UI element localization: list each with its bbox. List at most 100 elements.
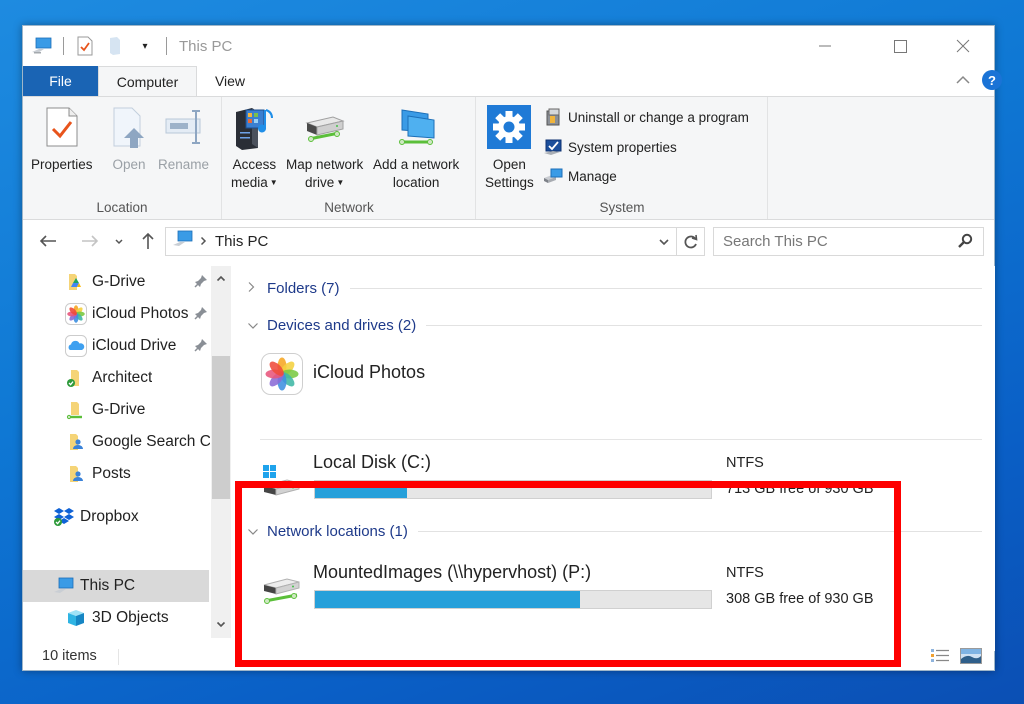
pin-icon[interactable]: [194, 338, 208, 357]
dropdown-arrow-icon: ▼: [269, 178, 278, 188]
up-button[interactable]: [137, 229, 159, 253]
ribbon-group-system: Open Settings Uninstall or change a prog…: [477, 97, 768, 219]
details-view-icon[interactable]: [929, 646, 951, 666]
system-properties-icon: [543, 138, 563, 156]
sidebar-item-google-search-c[interactable]: Google Search C: [23, 426, 211, 458]
tab-file[interactable]: File: [23, 66, 98, 96]
group-label-network: Network: [324, 200, 374, 215]
device-item-icloud-photos[interactable]: iCloud Photos: [260, 350, 980, 422]
navigation-pane: G-Drive iCloud Photos iCloud Drive Archi…: [23, 266, 231, 638]
google-drive-folder-icon: [65, 271, 87, 293]
address-history-dropdown[interactable]: [653, 228, 675, 255]
manage-button[interactable]: Manage: [543, 167, 617, 185]
pin-icon[interactable]: [194, 306, 208, 325]
network-folder-icon: [65, 399, 87, 421]
sidebar-item-desktop[interactable]: Desktop: [23, 634, 211, 638]
section-divider: [426, 325, 982, 326]
refresh-button[interactable]: [676, 228, 704, 255]
chevron-up-icon[interactable]: [956, 71, 970, 89]
breadcrumb-separator-icon[interactable]: [200, 235, 207, 249]
sidebar-item-g-drive[interactable]: G-Drive: [23, 266, 211, 298]
scrollbar-thumb[interactable]: [212, 356, 230, 499]
item-count: 10 items: [42, 648, 97, 664]
search-input[interactable]: [723, 233, 948, 250]
tab-view[interactable]: View: [197, 66, 263, 96]
access-media-button[interactable]: Access media ▼: [231, 103, 278, 192]
sidebar-item-3d-objects[interactable]: 3D Objects: [23, 602, 211, 634]
search-box[interactable]: [713, 227, 984, 256]
open-button[interactable]: Open: [107, 103, 151, 174]
map-network-drive-button[interactable]: Map network drive ▼: [286, 103, 363, 192]
pin-icon[interactable]: [194, 274, 208, 293]
ribbon-group-location: Properties Open Rename Location: [23, 97, 222, 219]
sidebar-item-icloud-drive[interactable]: iCloud Drive: [23, 330, 211, 362]
drive-item-mountedimages-p[interactable]: MountedImages (\\hypervhost) (P:) NTFS 3…: [260, 562, 980, 634]
section-header-devices-and-drives[interactable]: Devices and drives (2): [247, 317, 982, 334]
minimize-button[interactable]: [802, 26, 848, 66]
customize-toolbar-dropdown[interactable]: ▾: [134, 35, 156, 57]
large-icons-view-icon[interactable]: [960, 646, 982, 666]
section-divider: [417, 531, 982, 532]
uninstall-program-button[interactable]: Uninstall or change a program: [543, 108, 749, 126]
address-bar[interactable]: This PC: [165, 227, 705, 256]
properties-icon: [40, 103, 84, 151]
group-label-location: Location: [96, 200, 148, 215]
sidebar-item-dropbox[interactable]: Dropbox: [23, 501, 211, 533]
back-button[interactable]: [37, 229, 59, 253]
ribbon-group-network: Access media ▼ Map network drive ▼ Add a n…: [223, 97, 476, 219]
this-pc-icon[interactable]: [31, 35, 53, 57]
new-folder-icon[interactable]: [104, 35, 126, 57]
3d-objects-icon: [65, 607, 87, 629]
system-properties-button[interactable]: System properties: [543, 138, 677, 156]
drive-filesystem: NTFS: [726, 455, 764, 471]
title-bar: ▾ This PC: [23, 26, 994, 66]
section-header-folders[interactable]: Folders (7): [247, 280, 982, 297]
item-divider: [260, 439, 982, 440]
add-network-location-button[interactable]: Add a network location: [373, 103, 459, 192]
properties-button[interactable]: Properties: [31, 103, 93, 174]
sidebar-scrollbar[interactable]: [211, 266, 231, 638]
drive-item-local-disk-c[interactable]: Local Disk (C:) NTFS 713 GB free of 930 …: [260, 452, 980, 524]
sidebar-item-this-pc[interactable]: This PC: [23, 570, 209, 602]
rename-button[interactable]: Rename: [158, 103, 209, 174]
manage-icon: [543, 167, 563, 185]
search-icon[interactable]: [957, 233, 973, 254]
icloud-photos-icon: [65, 303, 87, 325]
sidebar-item-icloud-photos[interactable]: iCloud Photos: [23, 298, 211, 330]
synced-folder-icon: [65, 367, 87, 389]
close-button[interactable]: [940, 26, 986, 66]
open-settings-button[interactable]: Open Settings: [485, 103, 534, 192]
sidebar-item-posts[interactable]: Posts: [23, 458, 211, 490]
network-location-icon: [394, 103, 438, 151]
tab-computer[interactable]: Computer: [98, 66, 197, 96]
windows-disk-icon: [260, 457, 304, 501]
breadcrumb-this-pc[interactable]: This PC: [215, 233, 268, 250]
scroll-up-button[interactable]: [211, 268, 231, 288]
forward-button[interactable]: [79, 229, 101, 253]
dropdown-arrow-icon: ▼: [336, 178, 345, 188]
network-drive-icon: [260, 567, 304, 611]
media-server-icon: [232, 103, 276, 151]
quick-access-toolbar: ▾ This PC: [31, 34, 232, 58]
sidebar-item-architect[interactable]: Architect: [23, 362, 211, 394]
help-button[interactable]: ?: [982, 70, 1002, 90]
this-pc-icon: [172, 230, 194, 253]
ribbon-tabs: File Computer View ?: [23, 66, 1002, 96]
ribbon-controls: ?: [956, 70, 1002, 90]
recent-locations-dropdown[interactable]: [111, 229, 127, 253]
chevron-down-icon: [247, 525, 261, 539]
network-drive-icon: [303, 103, 347, 151]
file-explorer-window: ▾ This PC File Computer View ? Propertie…: [22, 25, 1002, 671]
drive-name: Local Disk (C:): [313, 452, 432, 472]
maximize-button[interactable]: [877, 26, 923, 66]
section-divider: [349, 288, 982, 289]
status-divider: [118, 649, 119, 665]
user-folder-icon: [65, 431, 87, 453]
properties-icon[interactable]: [74, 35, 96, 57]
section-header-network-locations[interactable]: Network locations (1): [247, 523, 982, 540]
sidebar-item-g-drive-2[interactable]: G-Drive: [23, 394, 211, 426]
drive-usage-bar: [314, 480, 712, 499]
chevron-down-icon: [247, 319, 261, 333]
content-pane: Folders (7) Devices and drives (2) iClou…: [235, 266, 995, 651]
scroll-down-button[interactable]: [211, 614, 231, 634]
